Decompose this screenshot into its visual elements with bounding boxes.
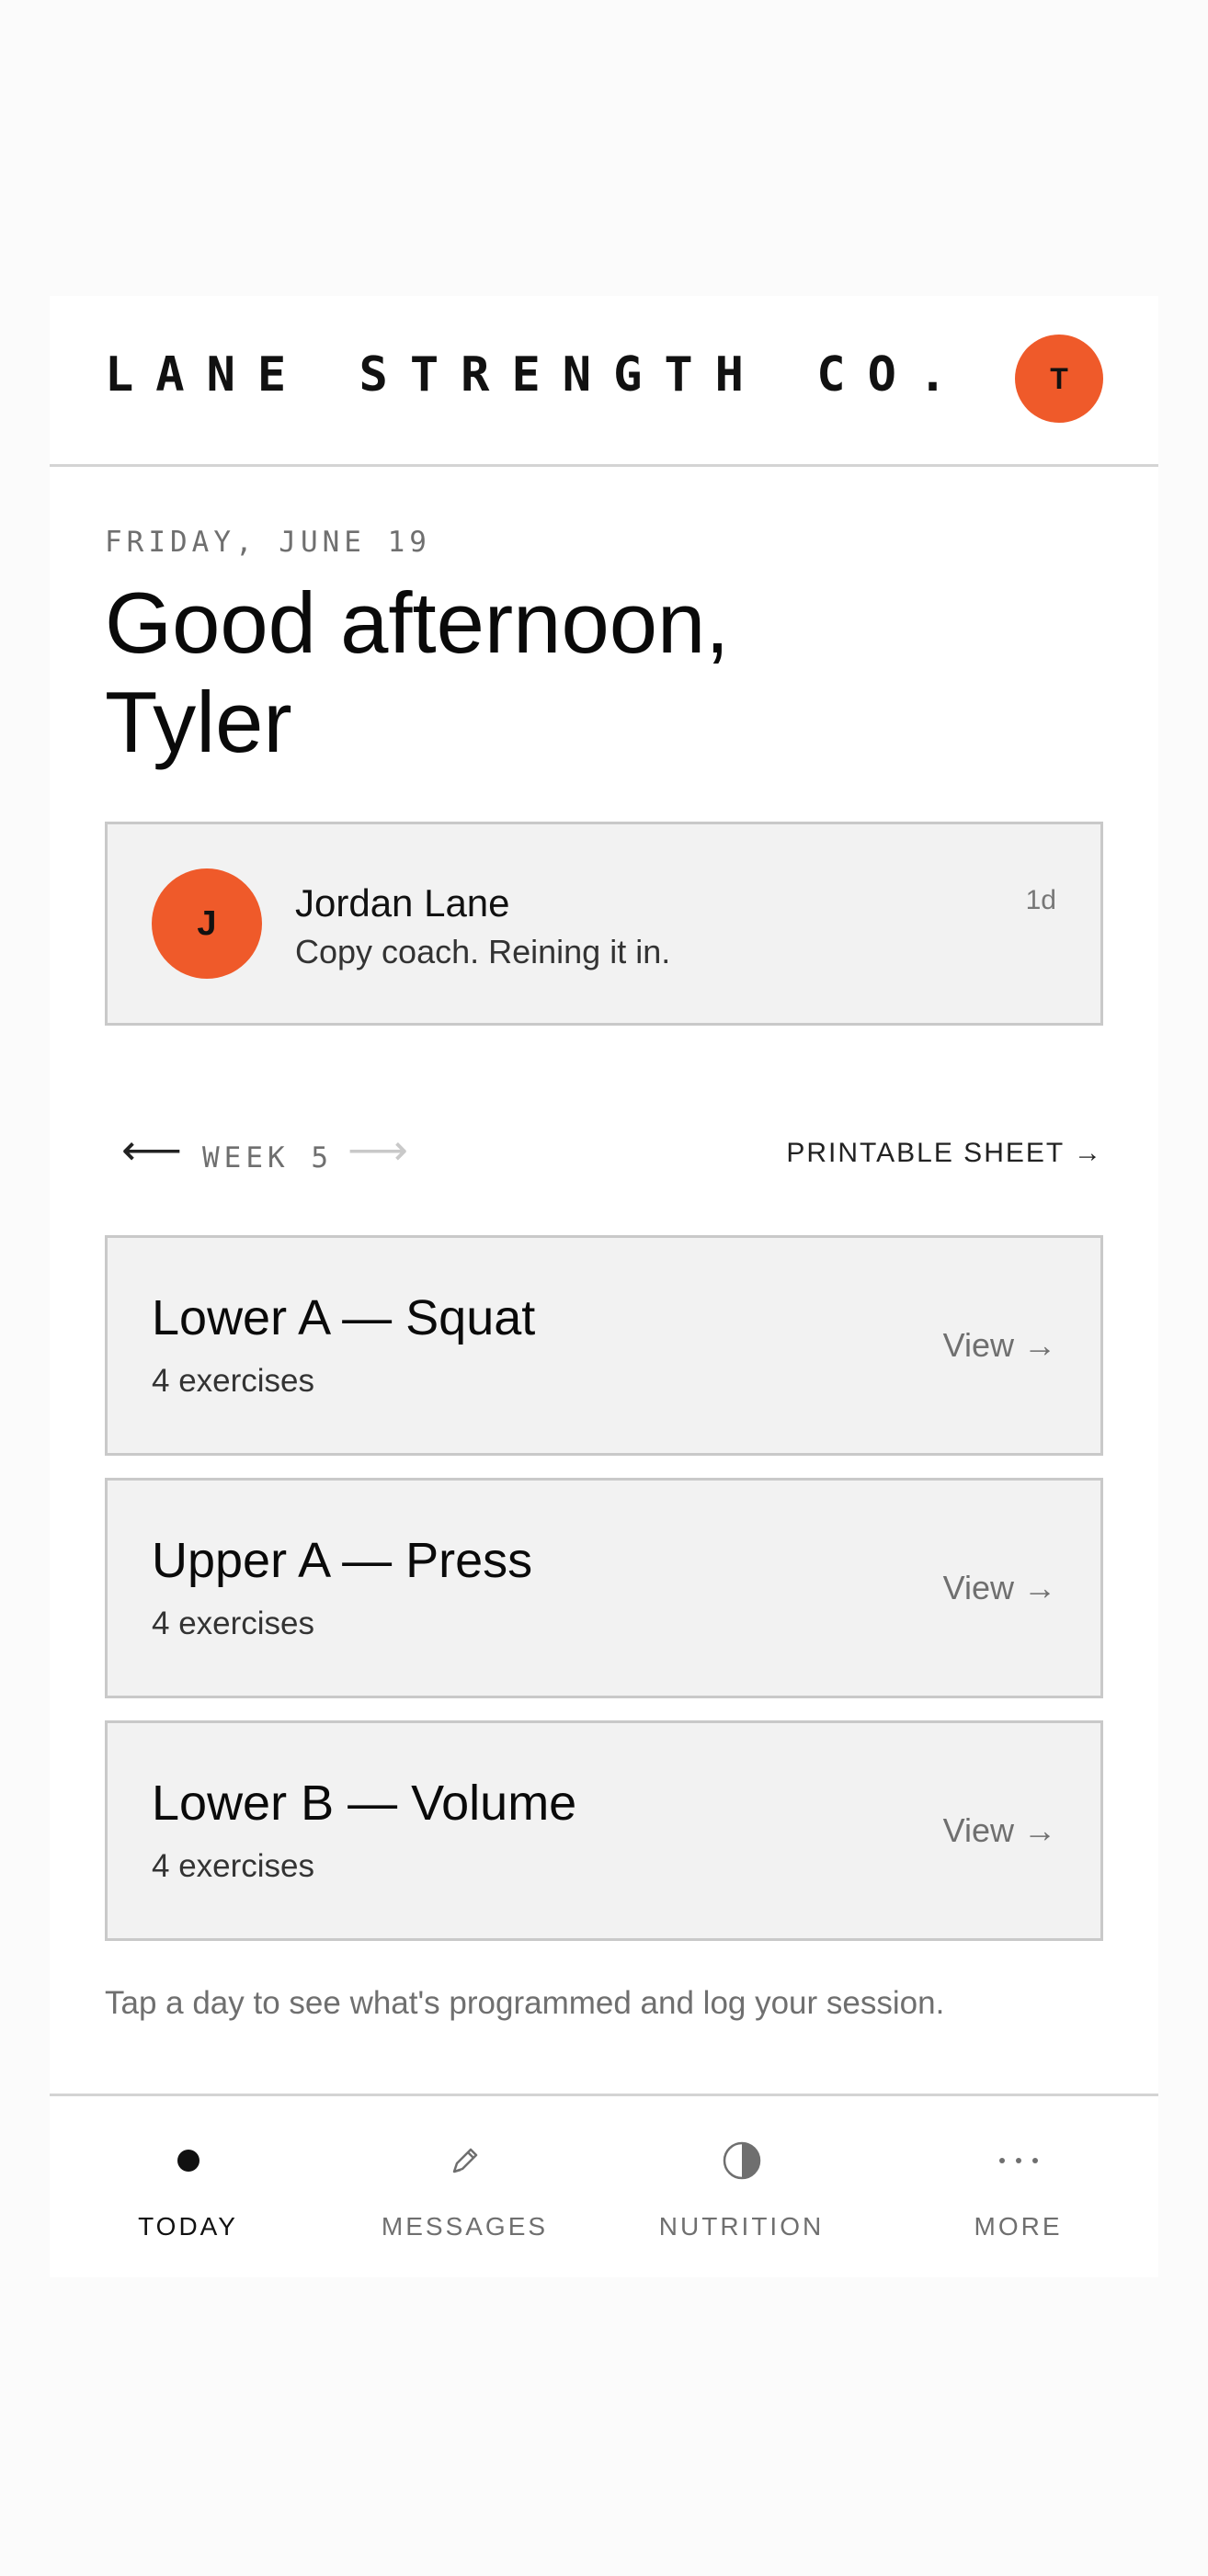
view-workout-button[interactable]: View → [943,1811,1056,1850]
greeting-title: Good afternoon, Tyler [105,573,932,772]
nav-label: MESSAGES [381,2212,549,2241]
workout-card-lower-b[interactable]: Lower B — Volume 4 exercises View → [105,1720,1103,1941]
workout-exercise-count: 4 exercises [152,1606,315,1641]
message-preview: Copy coach. Reining it in. [295,933,671,970]
nav-item-messages[interactable]: MESSAGES [326,2096,603,2277]
nav-label: NUTRITION [658,2212,825,2241]
message-time: 1d [1025,885,1056,915]
arrow-left-icon[interactable]: ⟵ [121,1129,182,1171]
greeting-name: Tyler [105,674,292,770]
ellipsis-icon [880,2133,1157,2188]
nav-label: TODAY [138,2212,238,2241]
workout-title: Upper A — Press [152,1533,533,1588]
nav-label: MORE [974,2212,1063,2241]
nav-item-today[interactable]: TODAY [50,2096,326,2277]
arrow-right-icon[interactable]: ⟶ [348,1129,408,1171]
coach-avatar: J [152,868,262,979]
hint-text: Tap a day to see what's programmed and l… [105,1985,945,2021]
brand-logo: LANE STRENGTH CO. [105,347,970,403]
coach-name: Jordan Lane [295,881,510,925]
view-workout-button[interactable]: View → [943,1569,1056,1607]
workout-exercise-count: 4 exercises [152,1363,315,1399]
nav-item-nutrition[interactable]: NUTRITION [603,2096,880,2277]
half-circle-icon [603,2133,880,2188]
view-workout-button[interactable]: View → [943,1326,1056,1365]
greeting-line-1: Good afternoon, [105,574,730,671]
app-screen: LANE STRENGTH CO. T FRIDAY, JUNE 19 Good… [50,296,1158,2277]
coach-message-card[interactable]: J Jordan Lane Copy coach. Reining it in.… [105,822,1103,1026]
workout-exercise-count: 4 exercises [152,1848,315,1884]
workout-card-lower-a[interactable]: Lower A — Squat 4 exercises View → [105,1235,1103,1456]
dot-icon [50,2133,326,2188]
week-label: WEEK 5 [202,1141,333,1175]
workout-card-upper-a[interactable]: Upper A — Press 4 exercises View → [105,1478,1103,1698]
top-bar: LANE STRENGTH CO. T [50,296,1158,467]
printable-sheet-link[interactable]: PRINTABLE SHEET → [786,1138,1103,1169]
user-avatar[interactable]: T [1015,335,1103,423]
workout-title: Lower B — Volume [152,1776,577,1831]
workout-title: Lower A — Squat [152,1290,536,1345]
bottom-nav: TODAY MESSAGES NUTRITION MORE [50,2094,1158,2277]
nav-item-more[interactable]: MORE [880,2096,1157,2277]
pencil-icon [326,2133,603,2188]
current-date: FRIDAY, JUNE 19 [105,526,431,559]
